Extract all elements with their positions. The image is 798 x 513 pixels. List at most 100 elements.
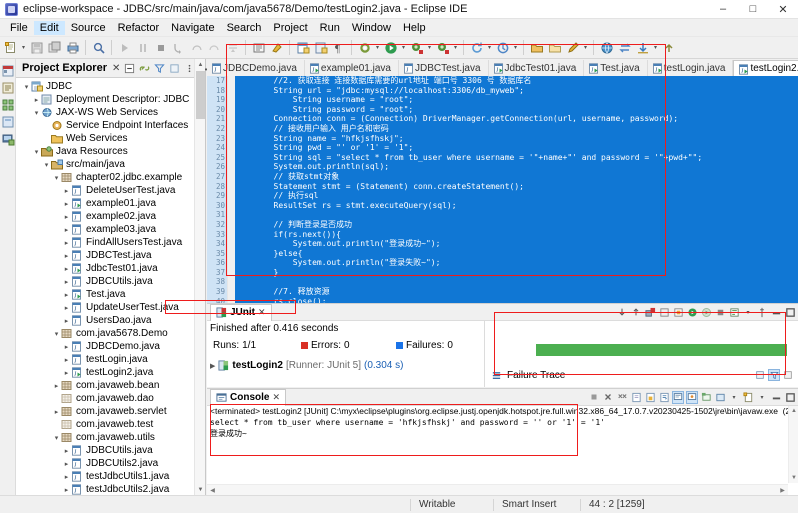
collapsed-arrow-icon[interactable]: ▸ xyxy=(62,343,71,351)
tree-item[interactable]: ▸ J JDBCDemo.java xyxy=(16,340,205,353)
collapsed-arrow-icon[interactable]: ▸ xyxy=(62,200,71,208)
servers-icon[interactable] xyxy=(1,132,15,146)
remove-all-launches-icon[interactable] xyxy=(616,391,628,404)
console-output[interactable]: <terminated> testLogin2 [JUnit] C:\myx\e… xyxy=(207,406,798,495)
expanded-arrow-icon[interactable]: ▾ xyxy=(52,174,61,182)
minimize-icon[interactable] xyxy=(770,306,782,319)
word-wrap-icon[interactable] xyxy=(658,391,670,404)
new-file-icon[interactable] xyxy=(2,39,19,57)
expand-arrow-icon[interactable]: ▶ xyxy=(210,362,215,370)
save-icon[interactable] xyxy=(28,39,45,57)
collapsed-arrow-icon[interactable]: ▸ xyxy=(62,473,71,481)
new-dropdown-caret[interactable]: ▾ xyxy=(20,39,27,57)
maximize-icon[interactable] xyxy=(784,306,796,319)
code-line[interactable]: System.out.println("登录失败~"); xyxy=(235,258,798,268)
code-line[interactable]: ResultSet rs = stmt.executeQuery(sql); xyxy=(235,200,798,211)
open-console-icon[interactable] xyxy=(250,39,267,57)
debug-resume-icon[interactable] xyxy=(116,39,133,57)
tree-item[interactable]: Web Services xyxy=(16,132,205,145)
source-code-text[interactable]: //2. 获取连接 连接数据库需要的url地址 端口号 3306 号 数据库名 … xyxy=(235,76,798,303)
tree-item[interactable]: ▸ com.javaweb.servlet xyxy=(16,405,205,418)
tree-item[interactable]: ▾ com.java5678.Demo xyxy=(16,327,205,340)
menu-help[interactable]: Help xyxy=(397,21,432,35)
scroll-up-arrow[interactable]: ▲ xyxy=(789,406,798,416)
step-into-icon[interactable] xyxy=(170,39,187,57)
new-class-icon[interactable] xyxy=(312,39,329,57)
menu-run[interactable]: Run xyxy=(314,21,346,35)
junit-tab[interactable]: JUnit ✕ xyxy=(210,303,272,321)
code-line[interactable] xyxy=(235,277,798,288)
clear-console-icon[interactable] xyxy=(630,391,642,404)
menu-search[interactable]: Search xyxy=(221,21,268,35)
tree-item[interactable]: ▸ J JdbcTest01.java xyxy=(16,262,205,275)
scroll-down-arrow[interactable]: ▼ xyxy=(195,484,206,495)
collapsed-arrow-icon[interactable]: ▸ xyxy=(62,226,71,234)
debug-suspend-icon[interactable] xyxy=(134,39,151,57)
tree-item[interactable]: ▸ Deployment Descriptor: JDBC xyxy=(16,93,205,106)
tree-item[interactable]: com.javaweb.dao xyxy=(16,392,205,405)
tree-item[interactable]: ▾ chapter02.jdbc.example xyxy=(16,171,205,184)
collapsed-arrow-icon[interactable]: ▸ xyxy=(62,304,71,312)
print-icon[interactable] xyxy=(64,39,81,57)
refresh-caret[interactable]: ▾ xyxy=(486,39,493,57)
rerun-test-icon[interactable] xyxy=(686,306,698,319)
editor-tab[interactable]: J JdbcTest01.java xyxy=(488,60,585,76)
tree-item[interactable]: ▸ J JDBCUtils.java xyxy=(16,444,205,457)
scroll-lock-icon[interactable] xyxy=(644,391,656,404)
code-line[interactable]: String password = "root"; xyxy=(235,104,798,115)
show-ignored-icon[interactable] xyxy=(658,306,670,319)
menu-window[interactable]: Window xyxy=(346,21,397,35)
tree-item[interactable]: ▸ JtestLogin2.java xyxy=(16,366,205,379)
console-tab[interactable]: Console ✕ xyxy=(210,388,286,406)
collapsed-arrow-icon[interactable]: ▸ xyxy=(62,356,71,364)
coverage-caret[interactable]: ▾ xyxy=(452,39,459,57)
view-menu-caret[interactable]: ▾ xyxy=(742,306,754,319)
tree-item[interactable]: ▾ Java Resources xyxy=(16,145,205,158)
trace-view-menu-icon[interactable] xyxy=(782,369,794,381)
tree-item[interactable]: ▸ J JDBCTest.java xyxy=(16,249,205,262)
debug-terminate-icon[interactable] xyxy=(152,39,169,57)
upload-icon[interactable] xyxy=(660,39,677,57)
tree-item[interactable]: ▸ Jexample03.java xyxy=(16,223,205,236)
view-filter-icon[interactable] xyxy=(153,62,166,75)
collapsed-arrow-icon[interactable]: ▸ xyxy=(62,265,71,273)
step-return-icon[interactable] xyxy=(206,39,223,57)
menu-file[interactable]: File xyxy=(4,21,34,35)
editor-tab[interactable]: J JDBCDemo.java xyxy=(207,60,305,76)
tree-item[interactable]: ▸ J UsersDao.java xyxy=(16,314,205,327)
editor-tab[interactable]: JtestLogin2.java✕ xyxy=(733,60,798,76)
download-caret[interactable]: ▾ xyxy=(652,39,659,57)
project-tree[interactable]: ▾ JDBC ▸ Deployment Descriptor: JDBC ▾ JAX-WS… xyxy=(16,78,205,495)
copy-trace-icon[interactable] xyxy=(754,369,766,381)
pin-console-icon[interactable] xyxy=(686,390,698,404)
expanded-arrow-icon[interactable]: ▾ xyxy=(32,148,41,156)
collapsed-arrow-icon[interactable]: ▸ xyxy=(62,447,71,455)
previous-failure-icon[interactable] xyxy=(630,306,642,319)
next-failure-icon[interactable] xyxy=(616,306,628,319)
menu-project[interactable]: Project xyxy=(267,21,313,35)
explorer-scroll-thumb[interactable] xyxy=(196,71,205,119)
scroll-lock-icon[interactable] xyxy=(672,306,684,319)
pilcrow-icon[interactable]: ¶ xyxy=(330,39,347,57)
collapsed-arrow-icon[interactable]: ▸ xyxy=(62,486,71,494)
snippets-icon[interactable] xyxy=(1,115,15,129)
download-icon[interactable] xyxy=(634,39,651,57)
expanded-arrow-icon[interactable]: ▾ xyxy=(52,434,61,442)
open-console-icon[interactable] xyxy=(714,391,726,404)
code-line[interactable]: // 获取stmt对象 xyxy=(235,171,798,182)
display-selected-console-icon[interactable] xyxy=(700,391,712,404)
minimize-button[interactable]: – xyxy=(708,0,738,19)
tree-item[interactable]: ▸ J UpdateUserTest.java xyxy=(16,301,205,314)
menu-edit[interactable]: Edit xyxy=(33,20,65,35)
scroll-down-arrow[interactable]: ▼ xyxy=(789,473,798,483)
console-vscrollbar[interactable]: ▲ ▼ xyxy=(788,406,798,483)
new-java-project-icon[interactable] xyxy=(294,39,311,57)
collapsed-arrow-icon[interactable]: ▸ xyxy=(62,239,71,247)
code-line[interactable]: String pwd = "' or '1' = '1"; xyxy=(235,143,798,153)
code-line[interactable]: String username = "root"; xyxy=(235,95,798,105)
console-dropdown-caret[interactable]: ▾ xyxy=(728,391,740,404)
tree-item[interactable]: ▾ JAX-WS Web Services xyxy=(16,106,205,119)
toggle-markers-icon[interactable] xyxy=(268,39,285,57)
scroll-up-arrow[interactable]: ▲ xyxy=(195,59,206,70)
code-line[interactable]: Statement stmt = (Statement) conn.create… xyxy=(235,181,798,192)
